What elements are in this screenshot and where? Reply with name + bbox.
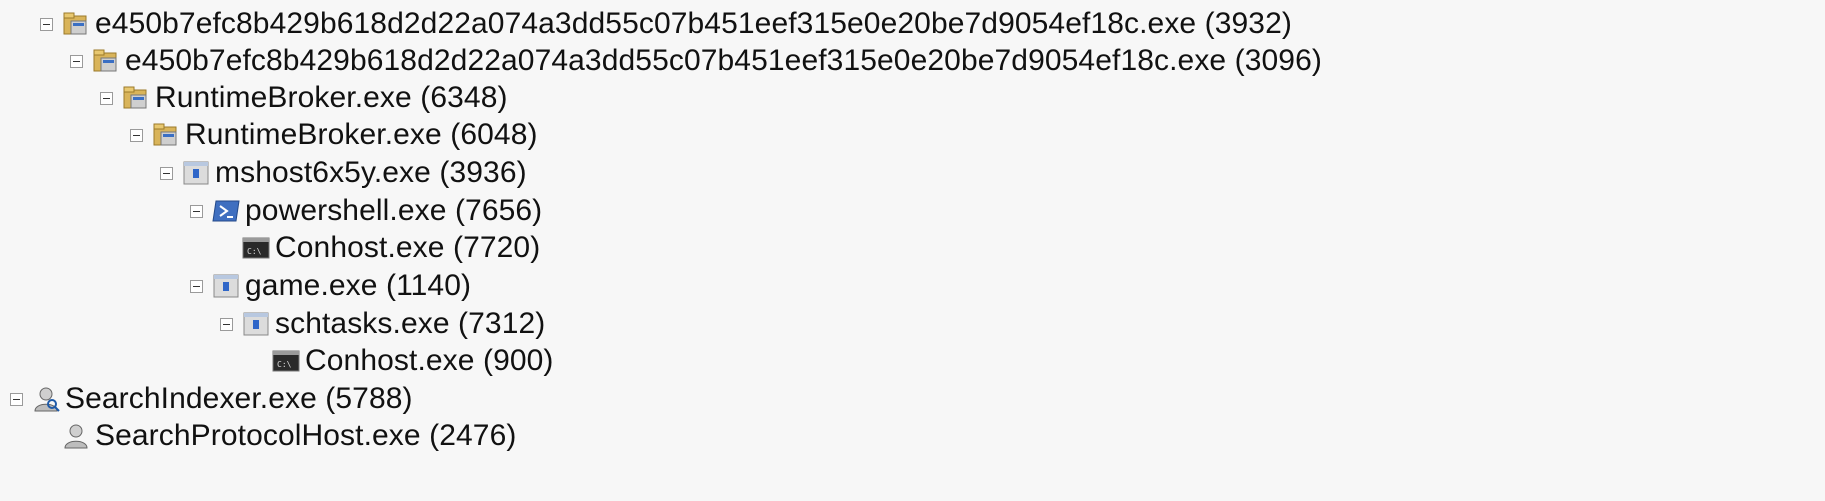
tree-node-label: mshost6x5y.exe (3936) <box>215 156 527 189</box>
tree-node-searchprotocolhost-2476[interactable]: SearchProtocolHost.exe (2476) <box>40 416 516 456</box>
tree-node-schtasks-7312[interactable]: schtasks.exe (7312) <box>220 304 545 344</box>
tree-node-e450-3932[interactable]: e450b7efc8b429b618d2d22a074a3dd55c07b451… <box>40 4 1292 44</box>
folder-app-icon <box>151 120 181 150</box>
collapse-toggle-icon[interactable] <box>190 204 203 218</box>
tree-node-searchindexer-5788[interactable]: SearchIndexer.exe (5788) <box>10 379 413 419</box>
tree-node-label: SearchIndexer.exe (5788) <box>65 382 413 415</box>
svg-text:C:\: C:\ <box>277 360 292 369</box>
tree-node-label: RuntimeBroker.exe (6048) <box>185 118 538 151</box>
tree-node-conhost-7720[interactable]: C:\ Conhost.exe (7720) <box>220 228 540 268</box>
tree-node-e450-3096[interactable]: e450b7efc8b429b618d2d22a074a3dd55c07b451… <box>70 41 1322 81</box>
tree-node-label: Conhost.exe (900) <box>305 344 554 377</box>
collapse-toggle-icon[interactable] <box>190 279 203 293</box>
tree-node-mshost6x5y-3936[interactable]: mshost6x5y.exe (3936) <box>160 153 527 193</box>
tree-node-label: SearchProtocolHost.exe (2476) <box>95 419 517 452</box>
search-protocol-icon <box>61 421 91 451</box>
collapse-toggle-icon[interactable] <box>220 317 233 331</box>
folder-app-icon <box>61 9 91 39</box>
tree-node-label: game.exe (1140) <box>245 269 472 302</box>
powershell-icon <box>211 196 241 226</box>
process-tree: e450b7efc8b429b618d2d22a074a3dd55c07b451… <box>0 0 1825 501</box>
svg-text:C:\: C:\ <box>247 247 262 256</box>
search-indexer-icon <box>31 384 61 414</box>
tree-node-runtimebroker-6348[interactable]: RuntimeBroker.exe (6348) <box>100 78 508 118</box>
folder-app-icon <box>91 46 121 76</box>
tree-node-conhost-900[interactable]: C:\ Conhost.exe (900) <box>250 341 554 381</box>
tree-node-runtimebroker-6048[interactable]: RuntimeBroker.exe (6048) <box>130 115 538 155</box>
tree-node-powershell-7656[interactable]: powershell.exe (7656) <box>190 191 542 231</box>
collapse-toggle-icon[interactable] <box>100 91 113 105</box>
console-icon: C:\ <box>241 233 271 263</box>
collapse-toggle-icon[interactable] <box>10 392 23 406</box>
tree-node-label: schtasks.exe (7312) <box>275 307 546 340</box>
console-icon: C:\ <box>271 346 301 376</box>
tree-node-label: e450b7efc8b429b618d2d22a074a3dd55c07b451… <box>125 44 1322 77</box>
window-app-icon <box>211 271 241 301</box>
folder-app-icon <box>121 83 151 113</box>
collapse-toggle-icon[interactable] <box>70 54 83 68</box>
collapse-toggle-icon[interactable] <box>40 17 53 31</box>
collapse-toggle-icon[interactable] <box>160 166 173 180</box>
tree-node-label: RuntimeBroker.exe (6348) <box>155 81 508 114</box>
tree-node-game-1140[interactable]: game.exe (1140) <box>190 266 471 306</box>
tree-node-label: powershell.exe (7656) <box>245 194 543 227</box>
window-app-icon <box>181 158 211 188</box>
tree-node-label: e450b7efc8b429b618d2d22a074a3dd55c07b451… <box>95 7 1292 40</box>
window-app-icon <box>241 309 271 339</box>
collapse-toggle-icon[interactable] <box>130 128 143 142</box>
tree-node-label: Conhost.exe (7720) <box>275 231 541 264</box>
